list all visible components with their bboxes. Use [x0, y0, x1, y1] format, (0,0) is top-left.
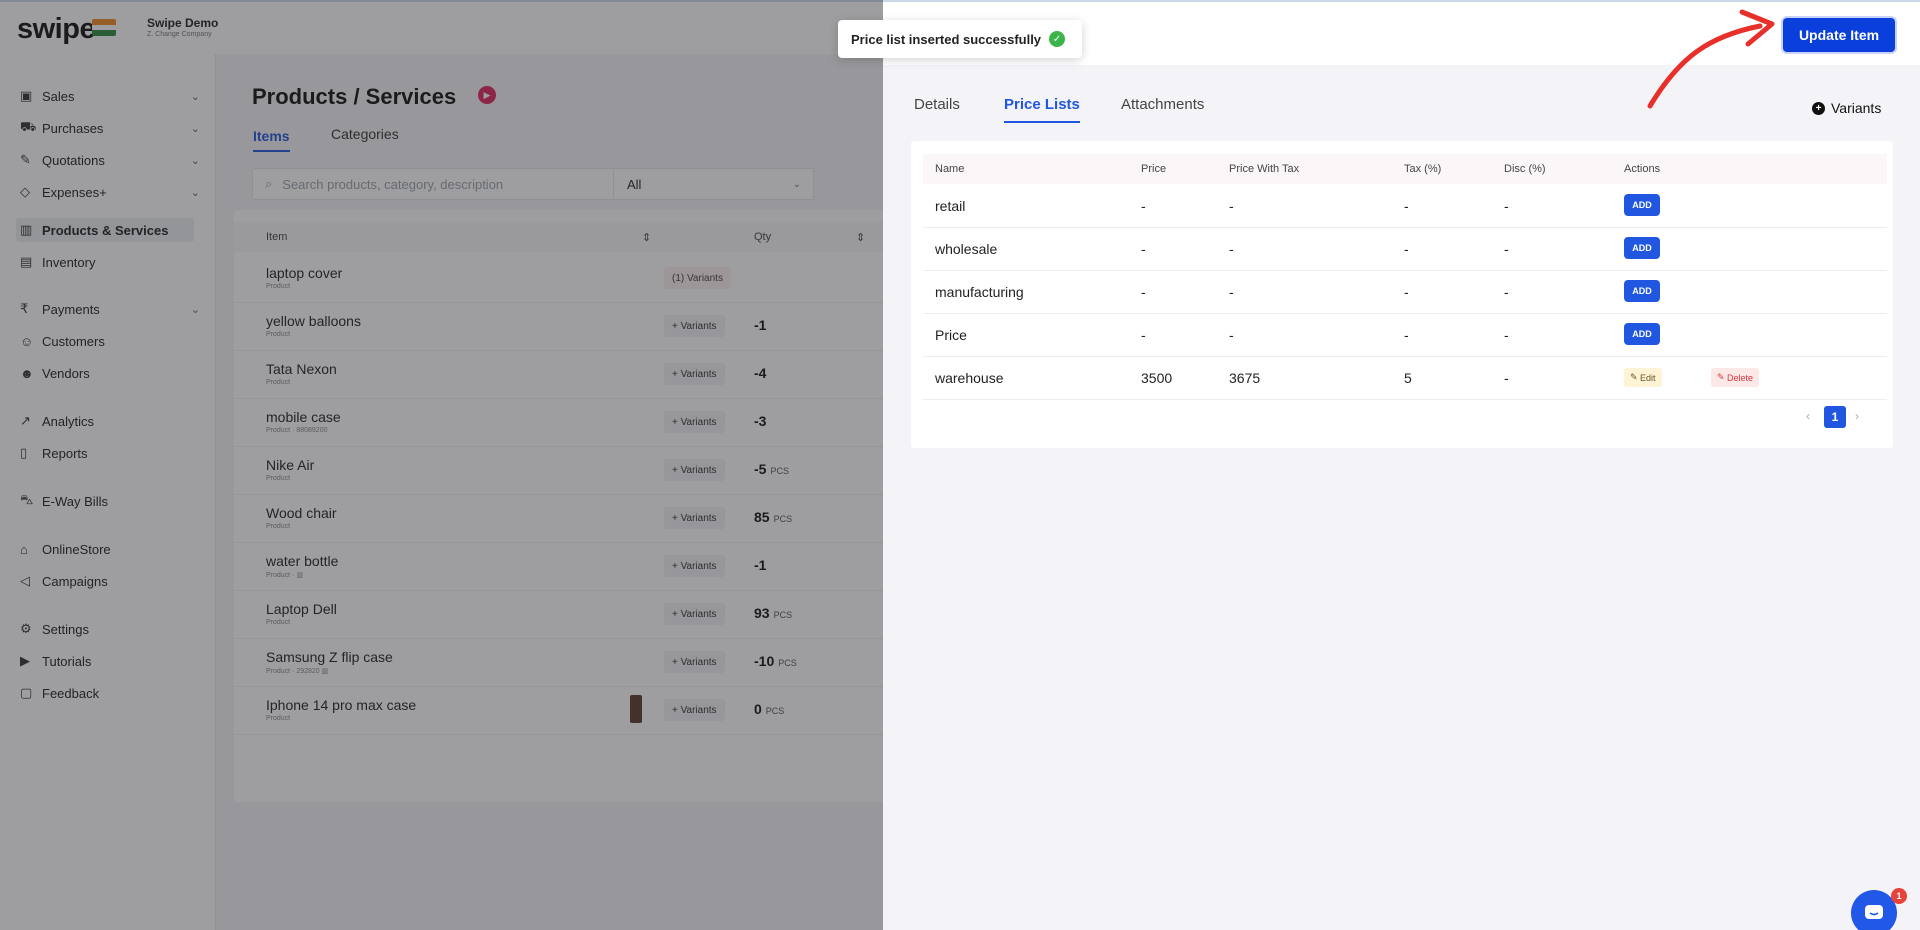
price-list-price-with-tax: - [1229, 327, 1234, 343]
price-list-name: wholesale [935, 241, 998, 257]
price-list-tax: 5 [1404, 370, 1412, 386]
price-list-row: retail - - - - ADD [923, 185, 1887, 228]
add-price-button[interactable]: ADD [1624, 237, 1660, 259]
add-price-button[interactable]: ADD [1624, 194, 1660, 216]
tab-attachments[interactable]: Attachments [1121, 96, 1204, 113]
price-list-price: 3500 [1141, 370, 1173, 386]
price-lists-header: Name Price Price With Tax Tax (%) Disc (… [923, 154, 1887, 184]
price-list-price-with-tax: 3675 [1229, 370, 1261, 386]
price-list-name: warehouse [935, 370, 1004, 386]
pagination: ‹ 1 › [911, 406, 1893, 428]
column-disc: Disc (%) [1504, 163, 1546, 175]
edit-price-button[interactable]: ✎ Edit [1624, 368, 1662, 387]
delete-price-button[interactable]: ✎ Delete [1711, 368, 1760, 387]
column-price: Price [1141, 163, 1167, 175]
notification-badge: 1 [1891, 888, 1907, 904]
price-list-tax: - [1404, 198, 1409, 214]
success-toast: Price list inserted successfully ✓ [838, 20, 1082, 58]
chevron-left-icon[interactable]: ‹ [1806, 409, 1810, 423]
chat-bubble-icon [1865, 905, 1883, 919]
price-list-disc: - [1504, 327, 1509, 343]
price-list-price-with-tax: - [1229, 284, 1234, 300]
price-list-price-with-tax: - [1229, 198, 1234, 214]
edit-label: Edit [1640, 372, 1656, 383]
price-list-disc: - [1504, 284, 1509, 300]
column-actions: Actions [1624, 163, 1661, 175]
price-list-name: manufacturing [935, 284, 1024, 300]
edit-item-drawer: Update Item Details Price Lists Attachme… [883, 0, 1920, 930]
add-price-button[interactable]: ADD [1624, 280, 1660, 302]
page-1-button[interactable]: 1 [1824, 406, 1846, 428]
annotation-arrow [1647, 9, 1775, 109]
add-price-button[interactable]: ADD [1624, 323, 1660, 345]
price-list-row: warehouse 3500 3675 5 - ✎ Edit ✎ Delete [923, 357, 1887, 400]
delete-icon: ✎ [1717, 372, 1728, 382]
price-list-price: - [1141, 241, 1146, 257]
price-list-row: wholesale - - - - ADD [923, 228, 1887, 271]
price-list-disc: - [1504, 241, 1509, 257]
price-list-name: retail [935, 198, 966, 214]
edit-icon: ✎ [1630, 372, 1641, 382]
column-price-with-tax: Price With Tax [1229, 163, 1300, 175]
price-list-row: manufacturing - - - - ADD [923, 271, 1887, 314]
tab-details[interactable]: Details [914, 96, 960, 113]
price-list-row: Price - - - - ADD [923, 314, 1887, 357]
toast-message: Price list inserted successfully [851, 31, 1042, 47]
price-list-disc: - [1504, 198, 1509, 214]
chevron-right-icon[interactable]: › [1855, 409, 1859, 423]
price-list-tax: - [1404, 327, 1409, 343]
check-icon: ✓ [1049, 31, 1066, 47]
price-list-tax: - [1404, 284, 1409, 300]
price-lists-table: Name Price Price With Tax Tax (%) Disc (… [911, 141, 1893, 448]
column-name: Name [935, 163, 965, 175]
price-list-price: - [1141, 327, 1146, 343]
delete-label: Delete [1727, 372, 1754, 383]
tab-price-lists[interactable]: Price Lists [1004, 96, 1080, 123]
variants-label: Variants [1831, 100, 1882, 116]
column-tax: Tax (%) [1404, 163, 1442, 175]
price-list-price-with-tax: - [1229, 241, 1234, 257]
price-list-disc: - [1504, 370, 1509, 386]
update-item-button[interactable]: Update Item [1783, 18, 1895, 52]
price-list-name: Price [935, 327, 967, 343]
price-list-tax: - [1404, 241, 1409, 257]
variants-toggle[interactable]: + Variants [1812, 100, 1881, 116]
plus-circle-icon: + [1812, 101, 1825, 115]
price-list-price: - [1141, 284, 1146, 300]
price-list-price: - [1141, 198, 1146, 214]
